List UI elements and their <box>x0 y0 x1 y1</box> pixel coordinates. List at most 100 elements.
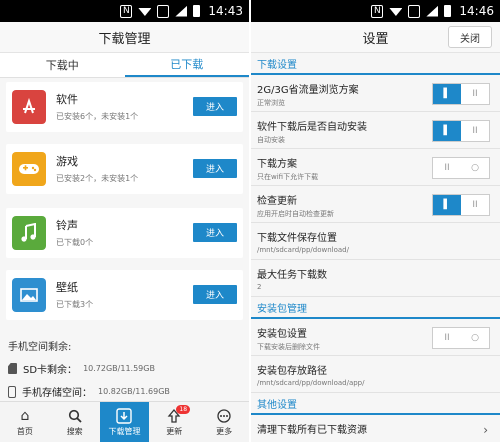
setting-row[interactable]: 最大任务下载数 2 <box>251 260 500 297</box>
setting-title: 安装包存放路径 <box>257 366 327 377</box>
nfc-icon: N <box>371 4 384 18</box>
category-card-wallpapers[interactable]: 壁纸 已下载3个 进入 <box>6 270 243 320</box>
setting-subtitle: 应用开启时自动检查更新 <box>257 210 334 218</box>
status-bar: N 14:43 <box>0 0 249 22</box>
category-card-games[interactable]: 游戏 已安装2个，未安装1个 进入 <box>6 144 243 194</box>
tab-downloading[interactable]: 下载中 <box>0 53 125 77</box>
wifi-icon <box>138 8 152 16</box>
music-note-icon <box>12 216 46 250</box>
setting-title: 2G/3G省流量浏览方案 <box>257 85 359 96</box>
status-bar: N 14:46 <box>251 0 500 22</box>
gamepad-icon <box>12 152 46 186</box>
toggle-off-half: II <box>444 163 450 173</box>
storage-title: 手机空间剩余: <box>8 342 72 353</box>
section-other-settings: 其他设置 <box>251 393 500 415</box>
toggle-switch[interactable]: ▌ II <box>432 194 490 216</box>
close-button[interactable]: 关闭 <box>448 26 492 48</box>
enter-button[interactable]: 进入 <box>193 285 237 304</box>
phone-label: 手机存储空间： <box>22 388 92 399</box>
page-title-text: 下载管理 <box>98 31 151 47</box>
setting-title: 最大任务下载数 <box>257 270 327 281</box>
nav-label: 搜索 <box>66 426 83 436</box>
nav-home[interactable]: ⌂ 首页 <box>0 402 50 442</box>
toggle-on-half: ▌ <box>433 121 461 141</box>
toggle-off-half: II <box>472 89 478 99</box>
enter-button[interactable]: 进入 <box>193 97 237 116</box>
setting-row[interactable]: 下载文件保存位置 /mnt/sdcard/pp/download/ <box>251 223 500 260</box>
nav-more[interactable]: 更多 <box>199 402 249 442</box>
nfc-icon: N <box>120 4 133 18</box>
setting-row[interactable]: 检查更新 应用开启时自动检查更新 ▌ II <box>251 186 500 223</box>
category-card-software[interactable]: 软件 已安装6个，未安装1个 进入 <box>6 82 243 132</box>
category-name: 壁纸 <box>56 281 78 294</box>
nav-label: 更多 <box>216 426 233 436</box>
phone-value: 10.82GB/11.69GB <box>98 387 170 396</box>
page-title: 下载管理 <box>0 22 249 53</box>
search-icon <box>67 408 83 424</box>
category-info: 已下载0个 <box>56 238 94 247</box>
category-name: 铃声 <box>56 219 78 232</box>
category-info: 已安装6个，未安装1个 <box>56 112 139 121</box>
enter-button[interactable]: 进入 <box>193 159 237 178</box>
setting-row[interactable]: 安装包设置 下载安装后删除文件 II ○ <box>251 319 500 356</box>
toggle-on-half: ▌ <box>433 195 461 215</box>
toggle-switch[interactable]: ▌ II <box>432 120 490 142</box>
nav-download-manager[interactable]: 下载管理 <box>99 402 150 442</box>
nav-label: 首页 <box>16 426 33 436</box>
wifi-icon <box>389 8 403 16</box>
sd-card-icon <box>8 363 17 374</box>
app-store-icon <box>12 90 46 124</box>
phone-icon <box>8 385 16 398</box>
toggle-switch[interactable]: II ○ <box>432 327 490 349</box>
setting-title: 下载方案 <box>257 159 297 170</box>
section-download-settings: 下载设置 <box>251 53 500 75</box>
settings-screen: N 14:46 设置 关闭 下载设置 2G/3G省流量浏览方案 正常浏览 ▌ II… <box>251 0 500 442</box>
section-install-management: 安装包管理 <box>251 297 500 319</box>
setting-row[interactable]: 下载方案 只在wifi下允许下载 II ○ <box>251 149 500 186</box>
bottom-navigation: ⌂ 首页 搜索 下载管理 18 更新 更多 <box>0 401 249 442</box>
battery-icon <box>193 5 201 17</box>
setting-title: 检查更新 <box>257 196 297 207</box>
battery-icon <box>444 5 452 17</box>
signal-icon <box>175 5 188 17</box>
category-info: 已安装2个，未安装1个 <box>56 174 139 183</box>
setting-subtitle: 正常浏览 <box>257 99 285 107</box>
category-info: 已下载3个 <box>56 300 94 309</box>
setting-title: 安装包设置 <box>257 329 307 340</box>
sd-storage-row: SD卡剩余： 10.72GB/11.59GB <box>8 361 155 376</box>
setting-row[interactable]: 2G/3G省流量浏览方案 正常浏览 ▌ II <box>251 75 500 112</box>
download-tabs: 下载中 已下载 <box>0 53 249 78</box>
nav-search[interactable]: 搜索 <box>50 402 100 442</box>
category-name: 软件 <box>56 93 78 106</box>
toggle-switch[interactable]: ▌ II <box>432 83 490 105</box>
sd-value: 10.72GB/11.59GB <box>83 364 155 373</box>
image-icon <box>12 278 46 312</box>
nav-label: 下载管理 <box>108 426 141 436</box>
toggle-off-half: II <box>472 126 478 136</box>
category-card-ringtones[interactable]: 铃声 已下载0个 进入 <box>6 208 243 258</box>
setting-row[interactable]: 安装包存放路径 /mnt/sdcard/pp/download/app/ <box>251 356 500 393</box>
mute-icon <box>408 4 421 18</box>
status-time: 14:43 <box>208 4 243 18</box>
toggle-switch[interactable]: II ○ <box>432 157 490 179</box>
update-count-badge: 18 <box>176 405 191 414</box>
page-title: 设置 关闭 <box>251 22 500 53</box>
setting-subtitle: /mnt/sdcard/pp/download/ <box>257 246 349 254</box>
tab-downloaded[interactable]: 已下载 <box>124 53 249 77</box>
setting-subtitle: 2 <box>257 283 262 291</box>
category-name: 游戏 <box>56 155 78 168</box>
nav-update[interactable]: 18 更新 <box>149 402 199 442</box>
download-icon <box>116 407 133 424</box>
more-icon <box>216 408 232 424</box>
chevron-right-icon: › <box>483 423 488 437</box>
nav-label: 更新 <box>166 426 183 436</box>
mute-icon <box>157 4 170 18</box>
enter-button[interactable]: 进入 <box>193 223 237 242</box>
setting-row[interactable]: 清理下载所有已下载资源 › <box>251 415 500 442</box>
toggle-on-half: ▌ <box>433 84 461 104</box>
toggle-off-half: II <box>472 200 478 210</box>
sd-label: SD卡剩余： <box>23 365 78 376</box>
setting-subtitle: 下载安装后删除文件 <box>257 343 320 351</box>
signal-icon <box>426 5 439 17</box>
setting-row[interactable]: 软件下载后是否自动安装 自动安装 ▌ II <box>251 112 500 149</box>
